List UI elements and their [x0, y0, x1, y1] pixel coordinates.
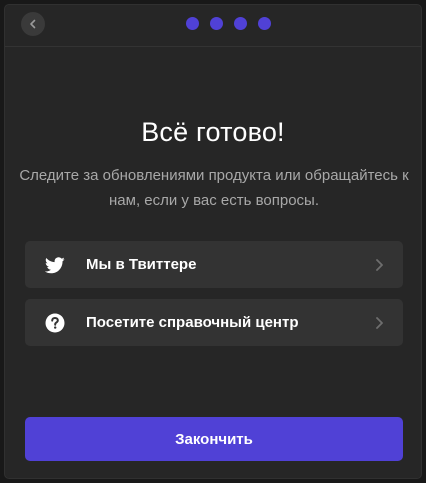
twitter-icon [44, 254, 66, 276]
page-title: Всё готово! [141, 117, 285, 147]
twitter-link-card[interactable]: Мы в Твиттере [25, 241, 403, 288]
chevron-left-icon [30, 19, 36, 29]
dialog-header [5, 5, 421, 47]
back-button[interactable] [21, 12, 45, 36]
finish-button[interactable]: Закончить [25, 417, 403, 461]
twitter-link-label: Мы в Твиттере [86, 256, 197, 273]
step-dot [258, 17, 271, 30]
help-center-link-label: Посетите справочный центр [86, 314, 299, 331]
step-indicator [186, 17, 271, 30]
page-subtitle: Следите за обновлениями продукта или обр… [19, 167, 409, 209]
chevron-right-icon [376, 317, 383, 329]
onboarding-dialog: Всё готово! Следите за обновлениями прод… [4, 4, 422, 479]
help-circle-icon [44, 312, 66, 334]
help-center-link-card[interactable]: Посетите справочный центр [25, 299, 403, 346]
chevron-right-icon [376, 259, 383, 271]
step-dot [186, 17, 199, 30]
step-dot [234, 17, 247, 30]
step-dot [210, 17, 223, 30]
